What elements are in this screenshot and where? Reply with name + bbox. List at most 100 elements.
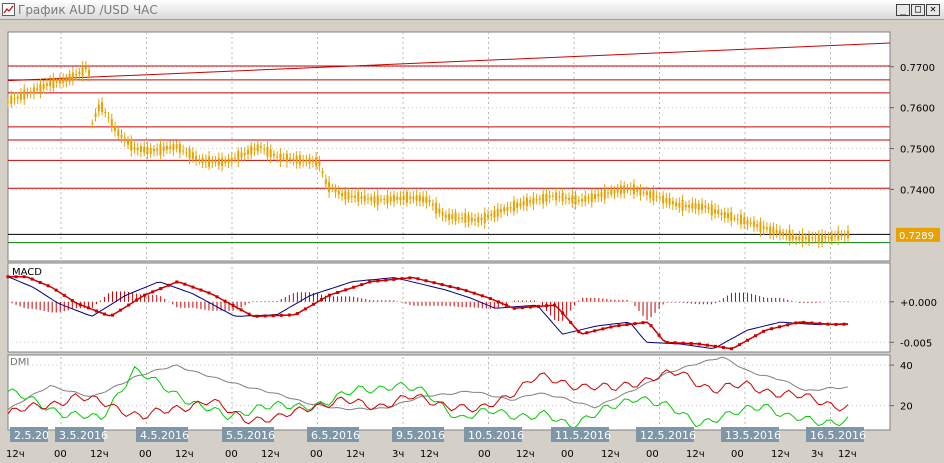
candle-body [36,88,39,91]
candle-body [328,181,331,193]
macd-axis-label: +0.000 [900,298,937,309]
candle-body [347,191,350,200]
candle-body [756,224,759,227]
candle-body [607,192,609,194]
candle-body [32,87,35,94]
time-tick-label: 3ч [392,449,404,460]
date-label: 11.5.2016 [555,429,611,442]
candle-body [704,205,707,208]
candle-body [584,195,587,202]
macd-signal-marker [319,298,323,302]
candle-body [454,212,457,222]
candle-body [392,195,395,202]
candle-body [172,144,175,151]
candle-body [616,189,619,193]
macd-signal-marker [6,275,10,279]
candle-body [62,78,65,83]
time-tick-label: 12ч [771,449,790,460]
minimize-button[interactable]: _ [896,4,910,16]
candle-body [668,197,671,205]
candle-body [201,157,204,164]
candle-body [133,147,136,150]
time-tick-label: 00 [731,449,744,460]
candle-body [376,195,379,206]
candle-body [227,158,230,163]
time-tick-label: 00 [54,449,67,460]
macd-signal-marker [384,278,388,282]
dmi-axis-label: 20 [900,402,913,413]
candle-body [256,144,259,152]
macd-signal-marker [705,343,709,347]
macd-signal-marker [778,325,782,329]
candle-body [165,145,168,150]
candle-body [425,196,428,203]
candle-body [52,77,55,89]
candle-body [714,208,717,214]
candle-body [305,160,308,163]
candle-body [720,212,723,215]
candle-body [431,203,434,206]
candle-body [45,83,48,86]
candle-body [564,197,567,199]
candle-body [535,199,538,201]
time-tick-label: 12ч [346,449,365,460]
macd-signal-marker [746,338,750,342]
candle-body [739,214,742,225]
candle-body [791,233,794,240]
chart-area[interactable]: 0.7700 0.7600 0.7500 0.7400 0.7289 MACD +0.000… [0,20,944,463]
candle-body [512,200,515,212]
date-label: 4.5.2016 [140,429,189,442]
close-button[interactable]: ✕ [926,4,940,16]
candle-body [493,210,496,218]
candle-body [581,199,584,202]
time-tick-label: 12ч [6,449,25,460]
macd-signal-marker [657,333,661,337]
candle-body [610,189,613,195]
candle-body [697,203,700,210]
candle-body [594,194,597,199]
macd-signal-marker [649,324,653,328]
candle-body [830,233,833,241]
candle-body [723,212,726,219]
candle-body [237,150,240,162]
macd-signal-marker [762,329,766,333]
candle-body [188,148,191,159]
macd-signal-marker [448,285,452,289]
candle-body [367,198,369,200]
candle-body [230,157,233,162]
candle-body [451,214,454,219]
candle-body [730,212,733,221]
macd-signal-marker [255,314,259,318]
macd-signal-marker [344,288,348,292]
candle-body [464,213,467,223]
candle-body [110,119,113,128]
candle-body [694,203,697,209]
macd-signal-marker [303,307,307,311]
candle-body [289,158,292,160]
candle-body [649,191,652,198]
candle-body [234,157,237,159]
candle-body [243,152,246,156]
macd-signal-marker [239,308,243,312]
date-label: 5.5.2016 [226,429,275,442]
candle-body [156,148,159,151]
macd-signal-marker [336,291,340,295]
candle-body [529,200,532,203]
date-label: 6.5.2016 [311,429,360,442]
maximize-button[interactable]: □ [911,4,925,16]
candle-body [778,230,781,235]
candle-body [71,72,74,80]
macd-signal-marker [191,285,195,289]
candle-body [847,230,849,239]
candle-body [623,185,626,194]
macd-signal-marker [30,277,34,281]
candle-body [561,192,564,202]
candle-body [49,80,52,86]
candle-body [253,148,256,151]
macd-signal-marker [207,291,211,295]
macd-signal-marker [609,325,613,329]
candle-body [26,93,29,95]
candle-body [821,234,824,243]
candle-body [399,196,402,201]
dmi-axis-label: 40 [900,361,913,372]
